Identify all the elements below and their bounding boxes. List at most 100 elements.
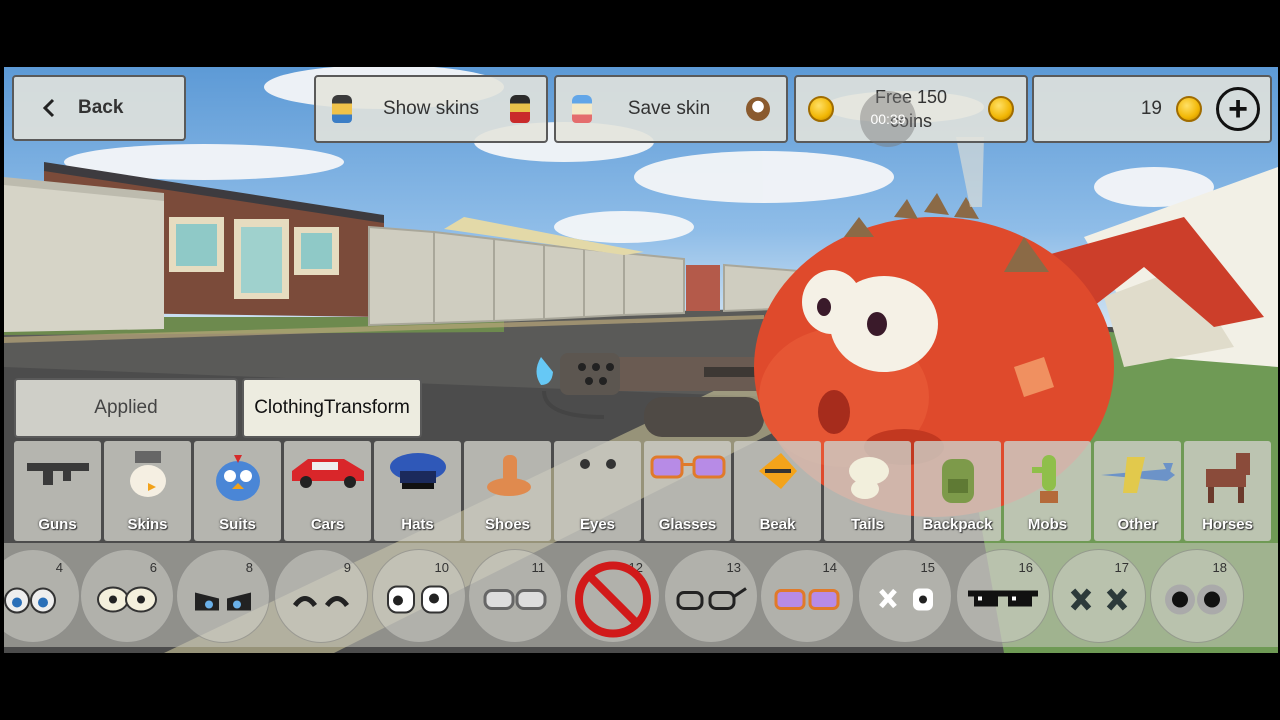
item-slot[interactable]: 11 [468,549,562,643]
category-label: Skins [127,516,168,533]
category-label: Glasses [658,516,717,533]
plus-icon: + [1228,90,1248,128]
category-label: Tails [850,516,885,533]
category-tails[interactable]: Tails [824,441,911,541]
googly-eyes-icon [1162,581,1232,622]
category-horses[interactable]: Horses [1184,441,1271,541]
eyes-icon [571,449,625,484]
save-skin-label: Save skin [627,98,711,119]
category-suits[interactable]: Suits [194,441,281,541]
beak-icon [755,449,801,500]
chef-chicken-icon [572,95,592,123]
save-skin-button[interactable]: Save skin [554,75,788,143]
category-other[interactable]: Other [1094,441,1181,541]
coin-balance: 19 [1140,98,1162,119]
pixel-sunglasses-icon [966,584,1040,619]
purple-glasses-icon [772,584,842,619]
goggles-icon [481,584,549,619]
item-slot[interactable]: 18 [1150,549,1244,643]
backpack-icon [934,449,982,514]
black-glasses-icon [674,584,748,619]
item-number: 17 [1114,560,1129,575]
coin-icon [987,96,1014,122]
add-coins-button[interactable]: + [1216,87,1260,131]
category-backpack[interactable]: Backpack [914,441,1001,541]
gun-icon [23,449,93,492]
item-slot[interactable]: 14 [760,549,854,643]
category-cars[interactable]: Cars [284,441,371,541]
x-eyes-icon [873,584,937,619]
dark-x-eyes-icon [1067,584,1131,619]
item-slot[interactable]: 16 [956,549,1050,643]
round-eyes-icon [95,582,159,621]
item-number: 18 [1212,560,1227,575]
item-slot[interactable]: 10 [372,549,466,643]
category-mobs[interactable]: Mobs [1004,441,1091,541]
show-skins-button[interactable]: Show skins [314,75,548,143]
free-coins-timer: 00:39 [860,91,916,147]
item-number: 6 [149,560,157,575]
cartoon-eyes-icon [4,582,63,621]
item-strip: 4 6 8 9 10 11 12 13 14 15 16 17 18 [4,543,1278,647]
category-label: Backpack [922,516,993,533]
category-label: Hats [401,516,434,533]
show-skins-label: Show skins [382,98,480,119]
category-beak[interactable]: Beak [734,441,821,541]
category-label: Suits [219,516,256,533]
hat-icon [386,449,450,500]
back-label: Back [78,97,124,118]
chicken-skin-icon [123,449,173,504]
closed-eyes-icon [289,587,353,616]
category-label: Mobs [1027,516,1068,533]
item-number: 14 [822,560,837,575]
glasses-icon [648,449,728,490]
item-number: 4 [55,560,63,575]
plane-icon [1097,449,1179,504]
category-label: Other [1117,516,1158,533]
item-slot[interactable]: 8 [176,549,270,643]
category-glasses[interactable]: Glasses [644,441,731,541]
free-coins-button[interactable]: Free 150 coins 00:39 [794,75,1028,147]
tab-clothing-transform[interactable]: ClothingTransform [242,378,422,438]
category-label: Eyes [579,516,616,533]
category-guns[interactable]: Guns [14,441,101,541]
item-number: 11 [531,560,546,575]
item-number: 8 [245,560,253,575]
item-slot[interactable]: 4 [4,549,80,643]
category-eyes[interactable]: Eyes [554,441,641,541]
tab-applied[interactable]: Applied [14,378,238,438]
tail-icon [841,449,895,508]
coin-balance-panel: 19 + [1032,75,1272,143]
category-skins[interactable]: Skins [104,441,191,541]
category-row: Guns Skins Suits Cars Hats Shoes Eyes Glasses Be… [14,441,1278,541]
police-chicken-icon [332,95,352,123]
item-slot[interactable]: 13 [664,549,758,643]
item-number: 13 [726,560,741,575]
category-hats[interactable]: Hats [374,441,461,541]
skin-preview-icon [746,97,770,121]
item-number: 16 [1018,560,1033,575]
back-button[interactable]: Back [12,75,186,141]
item-slot[interactable]: 17 [1052,549,1146,643]
item-slot[interactable]: 12 [566,549,660,643]
tab-applied-label: Applied [94,397,158,418]
category-label: Horses [1202,516,1253,533]
white-eyes-icon [384,582,454,621]
chevron-left-icon [42,98,55,118]
game-viewport: Back Show skins Save skin Free 150 coins… [4,67,1278,653]
item-number: 15 [920,560,935,575]
item-slot[interactable]: 6 [80,549,174,643]
category-shoes[interactable]: Shoes [464,441,551,541]
bird-suit-icon [210,449,266,508]
item-number: 10 [434,560,449,575]
horse-icon [1196,449,1260,510]
item-number: 9 [343,560,351,575]
none-icon [573,559,653,644]
item-slot[interactable]: 9 [274,549,368,643]
skin-preview-icon [509,95,530,123]
cactus-mob-icon [1028,449,1068,514]
coin-icon [808,96,834,122]
car-icon [288,449,368,494]
angry-eyes-icon [191,582,255,621]
item-slot[interactable]: 15 [858,549,952,643]
